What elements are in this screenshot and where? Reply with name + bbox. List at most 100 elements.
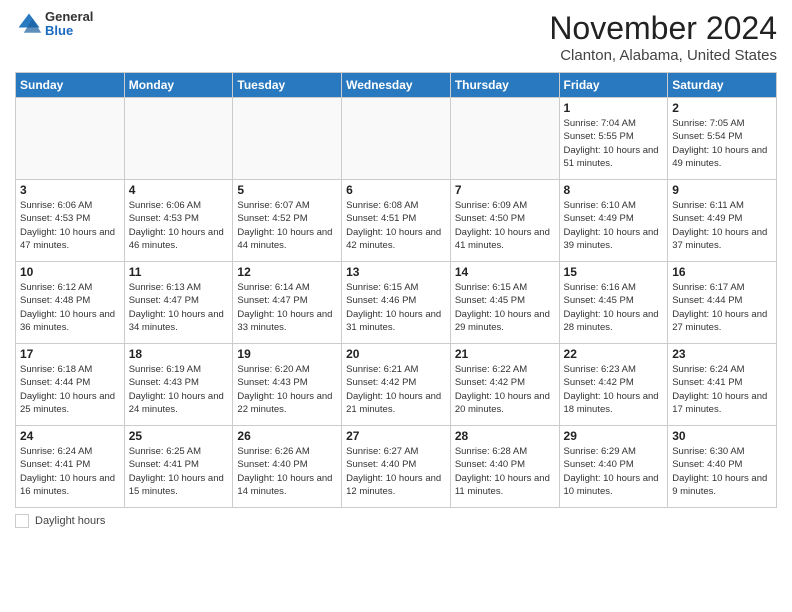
calendar-cell: 16 Sunrise: 6:17 AM Sunset: 4:44 PM Dayli… [668, 262, 777, 344]
calendar-cell: 23 Sunrise: 6:24 AM Sunset: 4:41 PM Dayli… [668, 344, 777, 426]
day-number: 9 [672, 183, 772, 197]
calendar-cell: 22Sunrise: 6:23 AM Sunset: 4:42 PM Dayli… [559, 344, 668, 426]
logo-icon [15, 10, 43, 38]
day-info: Sunrise: 6:30 AM Sunset: 4:40 PM Dayligh… [672, 445, 772, 498]
calendar-cell: 18 Sunrise: 6:19 AM Sunset: 4:43 PM Dayli… [124, 344, 233, 426]
day-number: 27 [346, 429, 446, 443]
day-info: Sunrise: 6:24 AM Sunset: 4:41 PM Dayligh… [20, 445, 120, 498]
day-info: Sunrise: 6:14 AM Sunset: 4:47 PM Dayligh… [237, 281, 337, 334]
day-number: 29 [564, 429, 664, 443]
calendar-cell: 21 Sunrise: 6:22 AM Sunset: 4:42 PM Dayli… [450, 344, 559, 426]
day-number: 16 [672, 265, 772, 279]
logo: General Blue [15, 10, 93, 39]
day-number: 28 [455, 429, 555, 443]
day-info: Sunrise: 6:15 AM Sunset: 4:46 PM Dayligh… [346, 281, 446, 334]
day-info: Sunrise: 6:16 AM Sunset: 4:45 PM Dayligh… [564, 281, 664, 334]
calendar-cell: 10 Sunrise: 6:12 AM Sunset: 4:48 PM Dayli… [16, 262, 125, 344]
day-number: 8 [564, 183, 664, 197]
calendar-cell: 26 Sunrise: 6:26 AM Sunset: 4:40 PM Dayli… [233, 426, 342, 508]
day-info: Sunrise: 6:09 AM Sunset: 4:50 PM Dayligh… [455, 199, 555, 252]
calendar-cell: 5 Sunrise: 6:07 AM Sunset: 4:52 PM Daylig… [233, 180, 342, 262]
day-number: 4 [129, 183, 229, 197]
day-number: 10 [20, 265, 120, 279]
page: General Blue November 2024 Clanton, Alab… [0, 0, 792, 612]
day-number: 30 [672, 429, 772, 443]
title-block: November 2024 Clanton, Alabama, United S… [549, 10, 777, 64]
weekday-header-sunday: Sunday [16, 73, 125, 98]
day-number: 7 [455, 183, 555, 197]
day-number: 22 [564, 347, 664, 361]
day-info: Sunrise: 7:05 AM Sunset: 5:54 PM Dayligh… [672, 117, 772, 170]
day-info: Sunrise: 6:20 AM Sunset: 4:43 PM Dayligh… [237, 363, 337, 416]
day-number: 17 [20, 347, 120, 361]
day-info: Sunrise: 6:18 AM Sunset: 4:44 PM Dayligh… [20, 363, 120, 416]
day-info: Sunrise: 6:06 AM Sunset: 4:53 PM Dayligh… [129, 199, 229, 252]
day-number: 18 [129, 347, 229, 361]
week-row-2: 10 Sunrise: 6:12 AM Sunset: 4:48 PM Dayli… [16, 262, 777, 344]
day-info: Sunrise: 6:17 AM Sunset: 4:44 PM Dayligh… [672, 281, 772, 334]
day-number: 20 [346, 347, 446, 361]
day-info: Sunrise: 6:15 AM Sunset: 4:45 PM Dayligh… [455, 281, 555, 334]
footer: Daylight hours [15, 514, 777, 528]
calendar-cell: 6Sunrise: 6:08 AM Sunset: 4:51 PM Daylig… [342, 180, 451, 262]
calendar-cell: 30 Sunrise: 6:30 AM Sunset: 4:40 PM Dayli… [668, 426, 777, 508]
day-number: 26 [237, 429, 337, 443]
daylight-label: Daylight hours [35, 515, 105, 527]
day-number: 14 [455, 265, 555, 279]
header: General Blue November 2024 Clanton, Alab… [15, 10, 777, 64]
day-info: Sunrise: 6:29 AM Sunset: 4:40 PM Dayligh… [564, 445, 664, 498]
weekday-header-tuesday: Tuesday [233, 73, 342, 98]
calendar-cell [233, 98, 342, 180]
calendar-cell: 4 Sunrise: 6:06 AM Sunset: 4:53 PM Daylig… [124, 180, 233, 262]
calendar-cell: 19 Sunrise: 6:20 AM Sunset: 4:43 PM Dayli… [233, 344, 342, 426]
day-number: 1 [564, 101, 664, 115]
calendar-cell: 20Sunrise: 6:21 AM Sunset: 4:42 PM Dayli… [342, 344, 451, 426]
day-number: 5 [237, 183, 337, 197]
day-info: Sunrise: 6:19 AM Sunset: 4:43 PM Dayligh… [129, 363, 229, 416]
day-number: 21 [455, 347, 555, 361]
day-number: 11 [129, 265, 229, 279]
day-info: Sunrise: 7:04 AM Sunset: 5:55 PM Dayligh… [564, 117, 664, 170]
calendar-cell: 3Sunrise: 6:06 AM Sunset: 4:53 PM Daylig… [16, 180, 125, 262]
calendar-cell [450, 98, 559, 180]
calendar-cell: 15 Sunrise: 6:16 AM Sunset: 4:45 PM Dayli… [559, 262, 668, 344]
week-row-0: 1 Sunrise: 7:04 AM Sunset: 5:55 PM Daylig… [16, 98, 777, 180]
day-info: Sunrise: 6:26 AM Sunset: 4:40 PM Dayligh… [237, 445, 337, 498]
day-info: Sunrise: 6:24 AM Sunset: 4:41 PM Dayligh… [672, 363, 772, 416]
calendar-cell: 25Sunrise: 6:25 AM Sunset: 4:41 PM Dayli… [124, 426, 233, 508]
day-info: Sunrise: 6:07 AM Sunset: 4:52 PM Dayligh… [237, 199, 337, 252]
day-number: 15 [564, 265, 664, 279]
calendar-cell: 1 Sunrise: 7:04 AM Sunset: 5:55 PM Daylig… [559, 98, 668, 180]
calendar-cell: 14 Sunrise: 6:15 AM Sunset: 4:45 PM Dayli… [450, 262, 559, 344]
week-row-4: 24 Sunrise: 6:24 AM Sunset: 4:41 PM Dayli… [16, 426, 777, 508]
day-info: Sunrise: 6:11 AM Sunset: 4:49 PM Dayligh… [672, 199, 772, 252]
day-number: 13 [346, 265, 446, 279]
day-number: 25 [129, 429, 229, 443]
day-info: Sunrise: 6:13 AM Sunset: 4:47 PM Dayligh… [129, 281, 229, 334]
calendar-cell [16, 98, 125, 180]
logo-blue-text: Blue [45, 24, 93, 38]
location: Clanton, Alabama, United States [549, 47, 777, 64]
calendar-cell: 11 Sunrise: 6:13 AM Sunset: 4:47 PM Dayli… [124, 262, 233, 344]
week-row-1: 3 Sunrise: 6:06 AM Sunset: 4:53 PM Daylig… [16, 180, 777, 262]
daylight-box [15, 514, 29, 528]
day-info: Sunrise: 6:22 AM Sunset: 4:42 PM Dayligh… [455, 363, 555, 416]
day-info: Sunrise: 6:27 AM Sunset: 4:40 PM Dayligh… [346, 445, 446, 498]
day-number: 6 [346, 183, 446, 197]
weekday-header-monday: Monday [124, 73, 233, 98]
day-number: 24 [20, 429, 120, 443]
day-number: 2 [672, 101, 772, 115]
calendar-cell: 17 Sunrise: 6:18 AM Sunset: 4:44 PM Dayli… [16, 344, 125, 426]
day-number: 3 [20, 183, 120, 197]
day-info: Sunrise: 6:12 AM Sunset: 4:48 PM Dayligh… [20, 281, 120, 334]
weekday-header-friday: Friday [559, 73, 668, 98]
calendar-cell: 8Sunrise: 6:10 AM Sunset: 4:49 PM Daylig… [559, 180, 668, 262]
day-number: 23 [672, 347, 772, 361]
calendar-cell [342, 98, 451, 180]
day-number: 19 [237, 347, 337, 361]
calendar-cell: 12Sunrise: 6:14 AM Sunset: 4:47 PM Dayli… [233, 262, 342, 344]
weekday-header-saturday: Saturday [668, 73, 777, 98]
calendar-cell: 9 Sunrise: 6:11 AM Sunset: 4:49 PM Daylig… [668, 180, 777, 262]
calendar-cell: 27 Sunrise: 6:27 AM Sunset: 4:40 PM Dayli… [342, 426, 451, 508]
calendar-cell: 13 Sunrise: 6:15 AM Sunset: 4:46 PM Dayli… [342, 262, 451, 344]
